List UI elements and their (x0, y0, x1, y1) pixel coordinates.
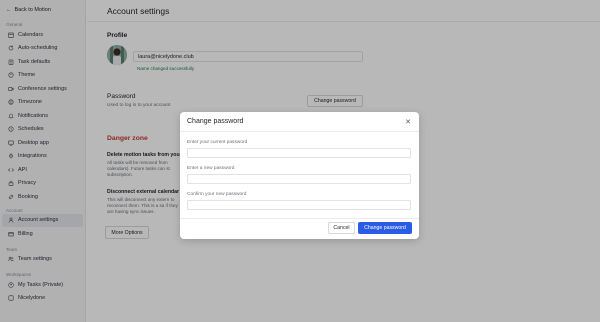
dialog-footer-divider (180, 218, 419, 219)
dialog-divider (180, 131, 419, 132)
cancel-button[interactable]: Cancel (328, 222, 355, 234)
dialog-title: Change password (187, 118, 244, 125)
change-password-dialog: Change password ✕ Enter your current pas… (180, 112, 419, 239)
submit-change-password-button[interactable]: Change password (358, 222, 412, 234)
new-password-input[interactable] (187, 174, 411, 184)
confirm-password-input[interactable] (187, 200, 411, 210)
current-password-input[interactable] (187, 148, 411, 158)
new-password-label: Enter a new password (187, 166, 235, 171)
confirm-password-label: Confirm your new password (187, 192, 247, 197)
close-icon[interactable]: ✕ (403, 117, 413, 127)
current-password-label: Enter your current password (187, 140, 248, 145)
